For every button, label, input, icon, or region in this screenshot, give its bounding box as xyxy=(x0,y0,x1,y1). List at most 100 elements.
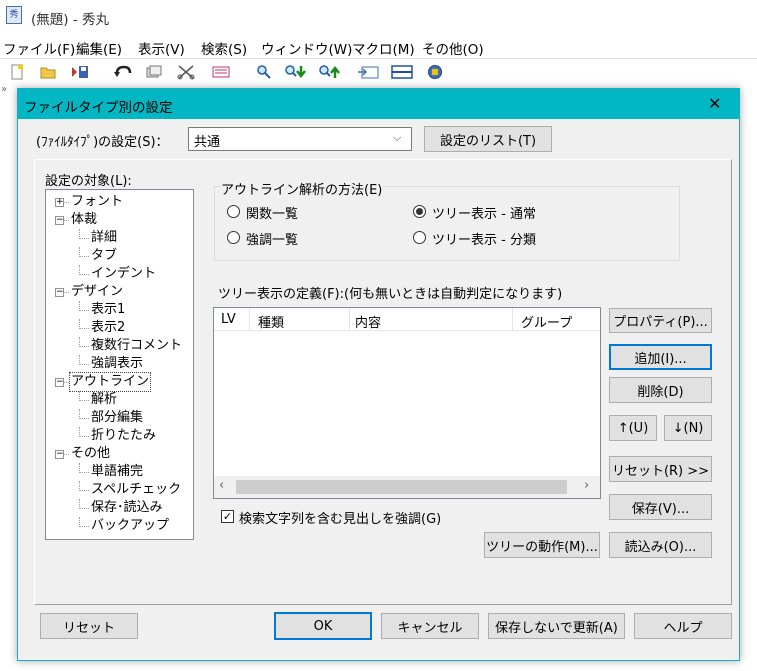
target-label: 設定の対象(L): xyxy=(45,174,132,189)
emphasize-checkbox[interactable]: ✓ xyxy=(221,510,234,523)
menu-macro[interactable]: マクロ(M) xyxy=(352,38,415,58)
expand-icon[interactable]: + xyxy=(55,198,64,207)
tree-item[interactable]: 解析 xyxy=(46,391,193,409)
menu-window[interactable]: ウィンドウ(W) xyxy=(261,38,352,58)
tree-item[interactable]: スペルチェック xyxy=(46,481,193,499)
tree-def-list[interactable]: LV 種類 内容 グループ ‹ › xyxy=(213,307,601,499)
save-rules-button[interactable]: 保存(V)... xyxy=(609,494,712,520)
help-button[interactable]: ヘルプ xyxy=(634,613,732,639)
filetype-label: (ﾌｧｲﾙﾀｲﾌﾟ)の設定(S)： xyxy=(36,135,169,150)
reset-rules-button[interactable]: リセット(R) >> xyxy=(609,456,712,482)
filetype-select[interactable]: 共通 ⌵ xyxy=(188,127,412,151)
filetype-value: 共通 xyxy=(194,135,221,150)
radio-tree-category[interactable] xyxy=(413,231,426,244)
save-icon[interactable] xyxy=(71,64,89,82)
tree-item[interactable]: − アウトライン xyxy=(46,372,193,392)
tree-connector xyxy=(64,454,69,455)
settings-dialog: ファイルタイプ別の設定 ✕ (ﾌｧｲﾙﾀｲﾌﾟ)の設定(S)： 共通 ⌵ 設定の… xyxy=(17,88,740,661)
editor-margin-mark: » xyxy=(1,84,8,95)
menu-edit[interactable]: 編集(E) xyxy=(76,38,122,58)
cut-icon[interactable] xyxy=(177,64,195,82)
tree-item-label: その他 xyxy=(71,446,111,461)
split-window-icon[interactable] xyxy=(391,64,413,82)
update-without-save-button[interactable]: 保存しないで更新(A) xyxy=(488,613,625,639)
load-rules-button[interactable]: 読込み(O)... xyxy=(609,532,712,558)
radio-highlight-list[interactable] xyxy=(227,231,240,244)
cancel-button[interactable]: キャンセル xyxy=(381,613,479,639)
tree-item[interactable]: 複数行コメント xyxy=(46,337,193,355)
radio-tree-normal[interactable] xyxy=(413,205,426,218)
emphasize-checkbox-label: 検索文字列を含む見出しを強調(G) xyxy=(239,512,442,527)
tree-action-button[interactable]: ツリーの動作(M)... xyxy=(484,532,600,558)
find-next-icon[interactable] xyxy=(284,64,308,82)
app-icon: 秀 xyxy=(6,6,22,24)
tree-item[interactable]: 保存･読込み xyxy=(46,499,193,517)
column-group[interactable]: グループ xyxy=(521,312,572,331)
move-up-button[interactable]: ↑(U) xyxy=(609,415,657,441)
menu-search[interactable]: 検索(S) xyxy=(201,38,247,58)
radio-func-list-label: 関数一覧 xyxy=(246,207,299,222)
collapse-icon[interactable]: − xyxy=(55,450,64,459)
radio-func-list[interactable] xyxy=(227,205,240,218)
tree-item[interactable]: バックアップ xyxy=(46,517,193,535)
scroll-left-icon[interactable]: ‹ xyxy=(219,478,224,493)
tree-item[interactable]: 強調表示 xyxy=(46,355,193,373)
menu-file[interactable]: ファイル(F) xyxy=(3,38,75,58)
delete-button[interactable]: 削除(D) xyxy=(609,377,712,403)
tree-item[interactable]: インデント xyxy=(46,265,193,283)
close-icon[interactable]: ✕ xyxy=(708,94,721,113)
add-button[interactable]: 追加(I)... xyxy=(609,344,712,370)
tree-item[interactable]: 折りたたみ xyxy=(46,427,193,445)
collapse-icon[interactable]: − xyxy=(55,288,64,297)
tree-item[interactable]: 表示1 xyxy=(46,301,193,319)
tree-item[interactable]: タブ xyxy=(46,247,193,265)
tree-item-label: 単語補完 xyxy=(91,464,144,479)
reset-button[interactable]: リセット xyxy=(40,613,138,639)
tree-connector xyxy=(79,355,89,365)
settings-list-button[interactable]: 設定のリスト(T) xyxy=(424,126,552,152)
settings-tree[interactable]: + フォント − 体裁 詳細 タブ インデント − デザイン 表示1 表示2 複数行コメント 強調表示 −… xyxy=(45,189,194,540)
column-type[interactable]: 種類 xyxy=(258,312,284,331)
tree-item-label: インデント xyxy=(91,266,157,281)
menu-view[interactable]: 表示(V) xyxy=(138,38,185,58)
tree-item[interactable]: 表示2 xyxy=(46,319,193,337)
jump-icon[interactable] xyxy=(357,64,381,82)
tree-item-label: スペルチェック xyxy=(91,482,182,497)
copy-icon[interactable] xyxy=(145,64,163,82)
tree-item[interactable]: 詳細 xyxy=(46,229,193,247)
scroll-right-icon[interactable]: › xyxy=(584,478,589,493)
list-header: LV 種類 内容 グループ xyxy=(214,308,600,331)
tree-item[interactable]: − その他 xyxy=(46,445,193,463)
undo-icon[interactable] xyxy=(114,64,132,82)
column-content[interactable]: 内容 xyxy=(355,312,381,331)
tree-connector xyxy=(64,382,69,383)
find-icon[interactable] xyxy=(255,64,273,82)
scroll-thumb[interactable] xyxy=(236,480,567,494)
column-divider xyxy=(512,308,513,330)
tree-connector xyxy=(79,265,89,275)
tree-item[interactable]: − デザイン xyxy=(46,283,193,301)
horizontal-scrollbar[interactable]: ‹ › xyxy=(214,476,600,498)
find-prev-icon[interactable] xyxy=(318,64,342,82)
tree-item[interactable]: + フォント xyxy=(46,193,193,211)
collapse-icon[interactable]: − xyxy=(55,216,64,225)
ok-button[interactable]: OK xyxy=(274,612,372,640)
column-lv[interactable]: LV xyxy=(221,312,236,327)
collapse-icon[interactable]: − xyxy=(55,378,64,387)
tree-item-label: 複数行コメント xyxy=(91,338,183,353)
open-folder-icon[interactable] xyxy=(39,64,57,82)
menu-other[interactable]: その他(O) xyxy=(422,38,484,58)
move-down-button[interactable]: ↓(N) xyxy=(664,415,712,441)
property-button[interactable]: プロパティ(P)... xyxy=(609,308,712,333)
tree-connector xyxy=(79,409,89,419)
paste-icon[interactable] xyxy=(211,64,230,82)
tree-connector xyxy=(79,229,89,239)
tree-item-label: 部分編集 xyxy=(91,410,144,425)
radio-tree-category-label: ツリー表示 - 分類 xyxy=(432,233,536,248)
new-file-icon[interactable] xyxy=(8,64,26,82)
tree-item[interactable]: 単語補完 xyxy=(46,463,193,481)
tree-item[interactable]: 部分編集 xyxy=(46,409,193,427)
tree-connector xyxy=(79,463,89,473)
tree-item[interactable]: − 体裁 xyxy=(46,211,193,229)
browser-icon[interactable] xyxy=(426,64,444,82)
